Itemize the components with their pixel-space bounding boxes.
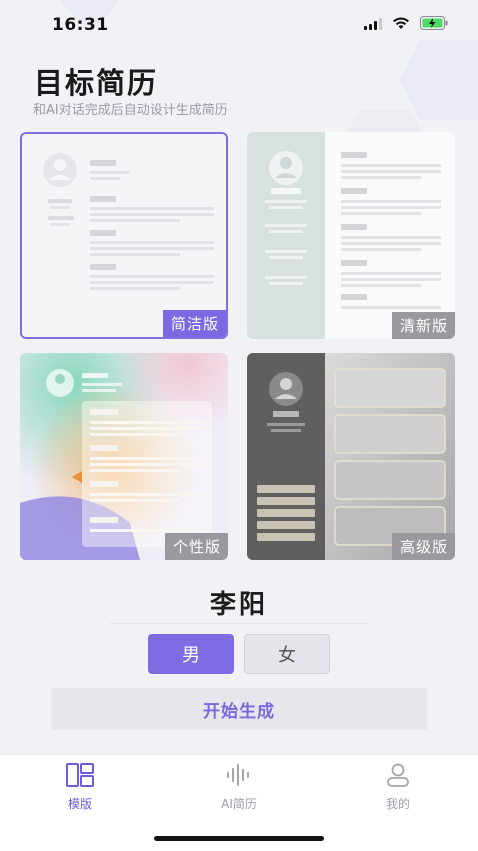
name-input[interactable]: 李阳 xyxy=(0,584,478,621)
name-underline xyxy=(110,623,368,624)
battery-charging-icon xyxy=(420,16,448,30)
status-icons xyxy=(364,16,448,30)
tab-profile[interactable]: 我的 xyxy=(353,763,443,812)
template-card-simple[interactable]: 简洁版 xyxy=(20,132,228,339)
template-label-personality: 个性版 xyxy=(164,533,228,560)
template-preview-simple xyxy=(43,153,214,290)
template-card-personality[interactable]: 个性版 xyxy=(20,353,228,560)
tab-label: 模版 xyxy=(67,797,92,811)
page-subtitle: 和AI对话完成后自动设计生成简历 xyxy=(33,103,228,118)
home-indicator xyxy=(154,836,324,841)
page-header: 目标简历 xyxy=(34,60,158,102)
template-preview-premium xyxy=(247,353,455,560)
page-title: 目标简历 xyxy=(34,66,159,100)
user-icon xyxy=(387,763,409,787)
template-card-premium[interactable]: 高级版 xyxy=(247,353,455,560)
status-bar: 16:31 xyxy=(0,0,478,50)
gender-female-button[interactable]: 女 xyxy=(244,634,330,674)
voice-wave-icon xyxy=(227,764,249,786)
cellular-signal-icon xyxy=(364,17,382,30)
template-label-fresh: 清新版 xyxy=(391,312,455,339)
tab-ai-resume[interactable]: AI简历 xyxy=(194,763,284,812)
tab-templates[interactable]: 模版 xyxy=(35,763,125,812)
template-icon xyxy=(66,763,94,787)
tab-label: AI简历 xyxy=(221,797,257,811)
template-label-premium: 高级版 xyxy=(391,533,455,560)
gender-male-button[interactable]: 男 xyxy=(148,634,234,674)
template-preview-personality xyxy=(20,353,228,560)
wifi-icon xyxy=(393,17,409,29)
tab-label: 我的 xyxy=(385,797,410,811)
start-generate-button[interactable]: 开始生成 xyxy=(51,688,427,730)
template-card-fresh[interactable]: 清新版 xyxy=(247,132,455,339)
template-label-simple: 简洁版 xyxy=(162,310,226,337)
template-preview-fresh xyxy=(247,132,441,339)
status-time: 16:31 xyxy=(52,15,109,35)
